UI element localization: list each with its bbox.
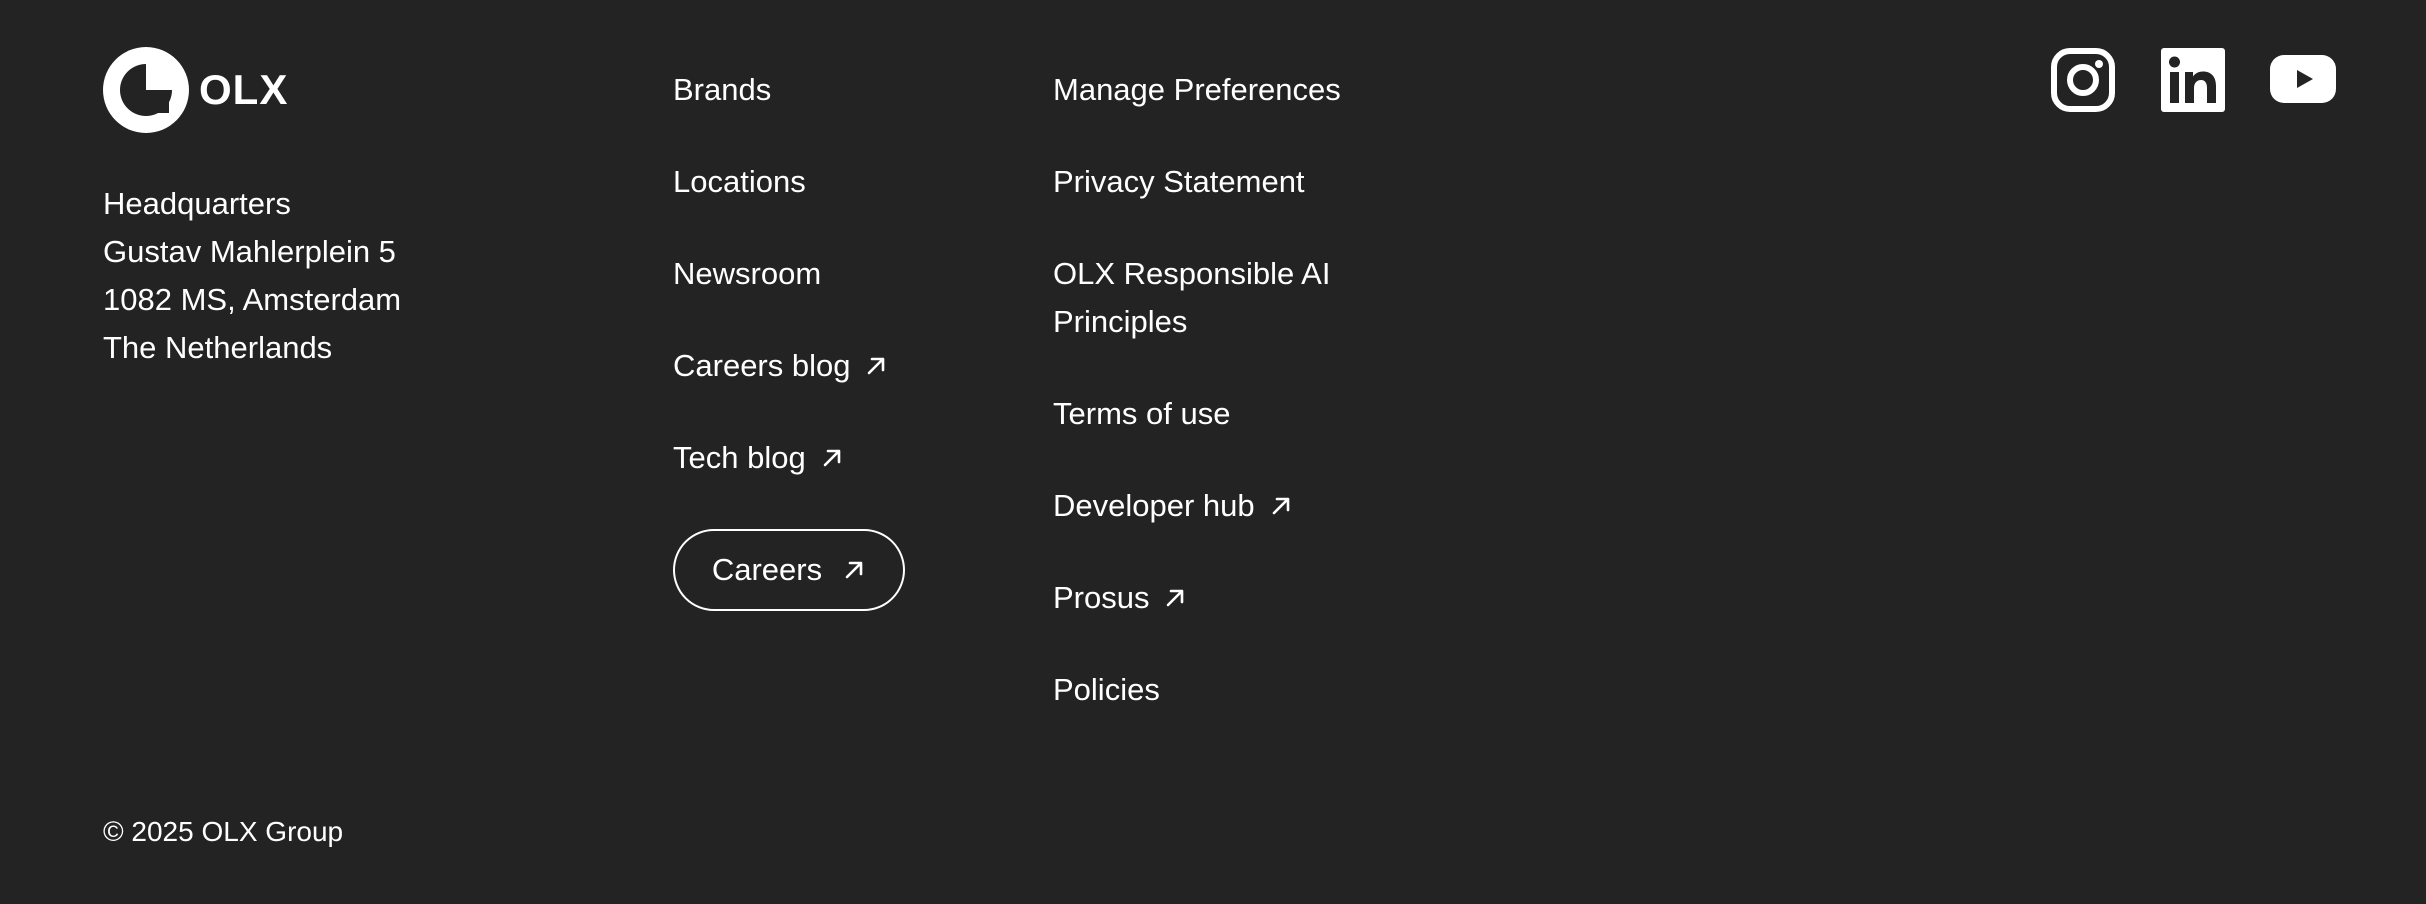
careers-blog-link[interactable]: Careers blog [673,342,973,390]
terms-of-use-link[interactable]: Terms of use [1053,390,1393,438]
developer-hub-link[interactable]: Developer hub [1053,482,1393,530]
external-arrow-icon [845,561,863,579]
olx-logo-mark-icon [103,47,189,133]
footer-nav-column-2: Manage Preferences Privacy Statement OLX… [1053,66,1393,758]
address-heading: Headquarters [103,186,291,221]
external-arrow-icon [1167,589,1184,607]
manage-preferences-link[interactable]: Manage Preferences [1053,66,1393,114]
newsroom-link[interactable]: Newsroom [673,250,973,298]
privacy-statement-link-label: Privacy Statement [1053,164,1305,199]
prosus-link[interactable]: Prosus [1053,574,1393,622]
footer-nav-column-1: Brands Locations Newsroom Careers blog T… [673,66,973,526]
address-city: 1082 MS, Amsterdam [103,282,402,317]
brands-link[interactable]: Brands [673,66,973,114]
privacy-statement-link[interactable]: Privacy Statement [1053,158,1393,206]
careers-button[interactable]: Careers [673,529,905,611]
careers-button-label: Careers [711,552,823,587]
linkedin-icon [2161,48,2225,112]
tech-blog-link-label: Tech blog [673,440,806,475]
responsible-ai-principles-link[interactable]: OLX Responsible AI Principles [1053,250,1393,346]
locations-link[interactable]: Locations [673,158,973,206]
address-street: Gustav Mahlerplein 5 [103,234,396,269]
external-arrow-icon [1272,497,1289,515]
instagram-link[interactable] [2050,47,2116,113]
olx-logo[interactable]: OLX [103,47,295,133]
copyright-text: © 2025 OLX Group [103,816,344,847]
logo-wordmark: OLX [199,66,289,113]
developer-hub-link-label: Developer hub [1053,488,1255,523]
external-arrow-icon [868,357,885,375]
tech-blog-link[interactable]: Tech blog [673,434,973,482]
brands-link-label: Brands [673,72,772,107]
address-country: The Netherlands [103,330,333,365]
policies-link-label: Policies [1053,672,1160,707]
responsible-ai-link-label-line1: OLX Responsible AI [1053,256,1331,291]
linkedin-link[interactable] [2161,47,2225,113]
careers-blog-link-label: Careers blog [673,348,851,383]
locations-link-label: Locations [673,164,806,199]
headquarters-address: Headquarters Gustav Mahlerplein 5 1082 M… [103,180,463,372]
terms-of-use-link-label: Terms of use [1053,396,1231,431]
instagram-icon [2051,48,2115,112]
manage-preferences-link-label: Manage Preferences [1053,72,1341,107]
youtube-link[interactable] [2270,47,2336,113]
policies-link[interactable]: Policies [1053,666,1393,714]
newsroom-link-label: Newsroom [673,256,822,291]
responsible-ai-link-label-line2: Principles [1053,304,1188,339]
prosus-link-label: Prosus [1053,580,1150,615]
youtube-icon [2270,55,2336,103]
external-arrow-icon [823,449,841,467]
